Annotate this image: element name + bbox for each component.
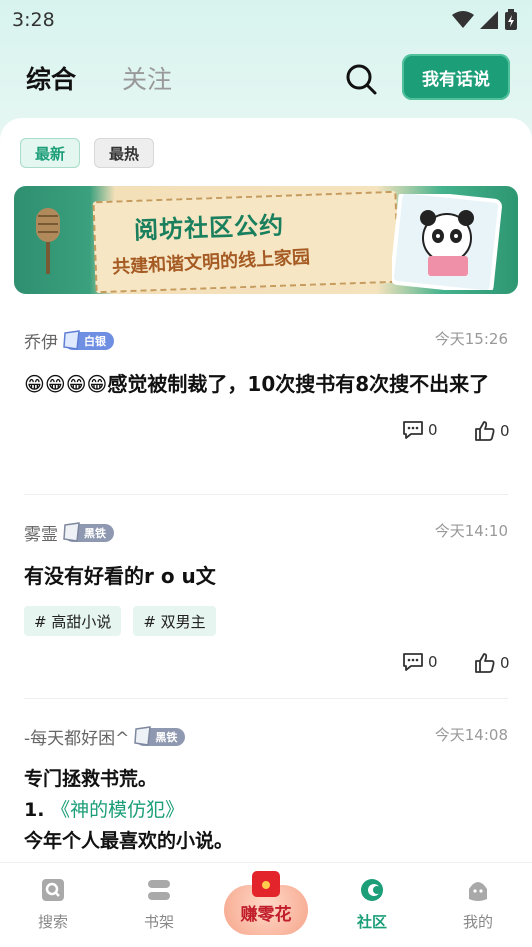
earn-label: 赚零花 — [240, 905, 292, 925]
post-text: 感觉被制裁了，10次搜书有8次搜不出来了 — [107, 372, 490, 396]
like-button[interactable]: 0 — [474, 420, 510, 442]
post-line: 1. 《神的模仿犯》 — [24, 799, 185, 821]
thumbs-up-icon — [475, 653, 495, 673]
level-badge: 白银 — [63, 329, 114, 350]
book-link[interactable]: 《神的模仿犯》 — [51, 799, 184, 821]
post-content: 有没有好看的r o u文 — [24, 564, 216, 588]
comment-button[interactable]: 0 — [402, 420, 438, 440]
post-line: 今年个人最喜欢的小说。 — [24, 830, 234, 852]
post-actions: 0 0 — [24, 652, 510, 678]
search-icon[interactable] — [344, 62, 378, 96]
filter-hottest[interactable]: 最热 — [94, 138, 155, 168]
comment-count: 0 — [428, 653, 438, 671]
nav-label: 搜索 — [37, 913, 68, 931]
post-item[interactable]: -每天都好困^ 黑铁 今天14:08 专门拯救书荒。 1. 《神的模仿犯》 今年… — [24, 722, 508, 857]
post-header: -每天都好困^ 黑铁 今天14:08 — [24, 722, 508, 749]
tag-chip[interactable]: # 双男主 — [133, 606, 216, 636]
comment-button[interactable]: 0 — [402, 652, 438, 672]
status-bar: 3:28 — [0, 0, 532, 40]
gem-icon — [63, 521, 80, 542]
post-button[interactable]: 我有话说 — [402, 54, 510, 100]
sort-filters: 最新 最热 — [20, 138, 155, 168]
author-name: -每天都好困^ — [24, 729, 130, 749]
level-badge: 黑铁 — [63, 521, 114, 542]
search-book-icon — [42, 879, 64, 901]
community-icon — [361, 879, 383, 901]
banner-title: 阅坊社区公约 — [133, 211, 285, 245]
comment-icon — [403, 421, 423, 439]
feed-card: 最新 最热 阅坊社区公约 共建和谐文明的线上家园 乔伊 白银 今天15:26 😁… — [0, 118, 532, 878]
divider — [24, 494, 508, 495]
author-name: 雾霊 — [24, 525, 58, 545]
nav-community[interactable]: 社区 — [332, 877, 412, 932]
like-button[interactable]: 0 — [474, 652, 510, 674]
like-count: 0 — [500, 422, 510, 440]
post-author[interactable]: -每天都好困^ 黑铁 — [24, 724, 186, 749]
status-icons — [452, 9, 518, 31]
divider — [24, 698, 508, 699]
post-content: 😁😁😁😁感觉被制裁了，10次搜书有8次搜不出来了 — [24, 368, 508, 400]
community-rules-banner[interactable]: 阅坊社区公约 共建和谐文明的线上家园 — [14, 186, 518, 294]
post-time: 今天14:10 — [434, 522, 508, 540]
post-item[interactable]: 雾霊 黑铁 今天14:10 有没有好看的r o u文 # 高甜小说 # 双男主 … — [24, 518, 510, 678]
tab-comprehensive[interactable]: 综合 — [26, 60, 76, 96]
comment-count: 0 — [428, 421, 438, 439]
signal-icon — [480, 11, 498, 29]
comment-icon — [403, 653, 423, 671]
post-author[interactable]: 乔伊 白银 — [24, 328, 114, 353]
profile-icon — [469, 882, 487, 901]
gem-icon — [63, 329, 80, 350]
wifi-icon — [452, 11, 474, 28]
bookshelf-icon — [148, 880, 170, 900]
post-author[interactable]: 雾霊 黑铁 — [24, 520, 114, 545]
nav-label: 我的 — [462, 913, 493, 931]
tab-following[interactable]: 关注 — [122, 60, 172, 96]
author-name: 乔伊 — [24, 333, 58, 353]
tag-chip[interactable]: # 高甜小说 — [24, 606, 122, 636]
red-envelope-icon — [252, 871, 280, 897]
filter-latest[interactable]: 最新 — [20, 138, 81, 168]
gem-icon — [134, 725, 152, 746]
level-badge: 黑铁 — [134, 725, 186, 746]
nav-label: 社区 — [356, 913, 387, 931]
post-actions: 0 0 — [24, 420, 510, 446]
nav-earn[interactable]: 赚零花 — [224, 871, 308, 935]
post-header: 雾霊 黑铁 今天14:10 — [24, 518, 508, 545]
post-line: 专门拯救书荒。 — [24, 768, 158, 790]
bottom-nav: 搜索 书架 赚零花 社区 我的 — [0, 862, 532, 947]
top-bar: 综合 关注 我有话说 — [0, 52, 532, 104]
nav-label: 书架 — [143, 913, 174, 931]
post-tags: # 高甜小说 # 双男主 — [24, 606, 508, 636]
thumbs-up-icon — [475, 421, 495, 441]
panda-illustration-icon — [392, 194, 502, 290]
microphone-icon — [36, 208, 60, 274]
post-time: 今天15:26 — [434, 330, 508, 348]
like-count: 0 — [500, 654, 510, 672]
post-header: 乔伊 白银 今天15:26 — [24, 326, 508, 353]
post-time: 今天14:08 — [434, 726, 508, 744]
nav-bookshelf[interactable]: 书架 — [119, 877, 199, 932]
post-item[interactable]: 乔伊 白银 今天15:26 😁😁😁😁感觉被制裁了，10次搜书有8次搜不出来了 0… — [24, 326, 510, 446]
post-content: 专门拯救书荒。 1. 《神的模仿犯》 今年个人最喜欢的小说。 — [24, 764, 508, 857]
nav-search[interactable]: 搜索 — [13, 877, 93, 932]
nav-profile[interactable]: 我的 — [438, 877, 518, 932]
status-time: 3:28 — [12, 9, 55, 31]
post-emoji: 😁😁😁😁 — [24, 372, 108, 396]
battery-icon — [505, 9, 517, 30]
